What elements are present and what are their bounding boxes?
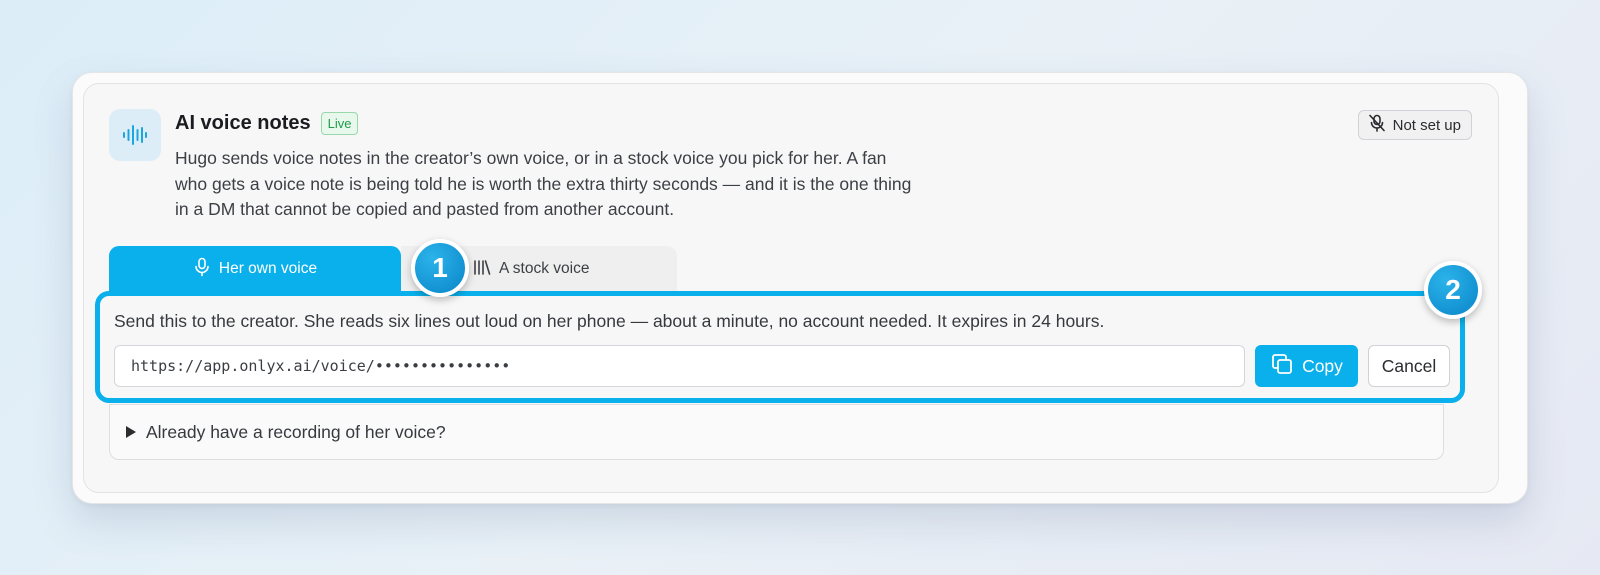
live-badge: Live xyxy=(320,112,359,135)
tab-label: Her own voice xyxy=(218,260,318,277)
tab-her-own-voice[interactable]: Her own voice xyxy=(109,246,401,292)
setup-status-label: Not set up xyxy=(1392,116,1461,134)
setup-status-badge: Not set up xyxy=(1357,110,1472,140)
accordion-label: Already have a recording of her voice? xyxy=(146,421,446,442)
copy-label: Copy xyxy=(1302,355,1343,376)
title-row: AI voice notes Live xyxy=(175,112,359,135)
cancel-button[interactable]: Cancel xyxy=(1368,345,1450,387)
library-icon xyxy=(473,258,491,281)
share-link-panel: Send this to the creator. She reads six … xyxy=(95,291,1465,403)
voice-notes-panel: AI voice notes Live Not set up Hugo send… xyxy=(83,83,1499,493)
voice-link-input[interactable]: https://app.onlyx.ai/voice/•••••••••••••… xyxy=(114,345,1245,387)
tab-label: A stock voice xyxy=(499,260,590,277)
copy-icon xyxy=(1270,352,1294,381)
mic-off-icon xyxy=(1367,113,1387,137)
share-instruction: Send this to the creator. She reads six … xyxy=(114,311,1105,331)
microphone-icon xyxy=(193,257,211,282)
step-marker-1: 1 xyxy=(411,239,469,297)
disclosure-triangle-icon xyxy=(126,426,136,438)
existing-recording-accordion[interactable]: Already have a recording of her voice? xyxy=(109,404,1444,460)
copy-button[interactable]: Copy xyxy=(1255,345,1358,387)
feature-description: Hugo sends voice notes in the creator’s … xyxy=(175,148,912,219)
step-marker-2: 2 xyxy=(1424,261,1482,319)
page-title: AI voice notes xyxy=(175,112,311,134)
voice-notes-card: AI voice notes Live Not set up Hugo send… xyxy=(72,72,1528,504)
waveform-icon xyxy=(109,109,161,161)
